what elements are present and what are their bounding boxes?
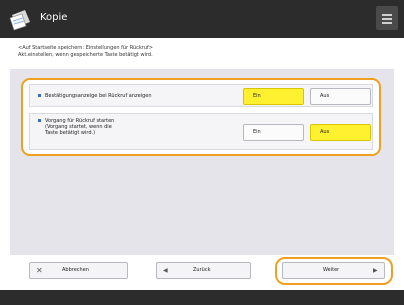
- option-off-button[interactable]: Aus: [310, 124, 371, 141]
- option-off-button[interactable]: Aus: [310, 88, 371, 105]
- arrow-left-icon: ◀: [163, 267, 168, 274]
- x-icon: ✕: [36, 266, 43, 275]
- copy-app-icon: [9, 10, 30, 31]
- bottom-bar: [0, 290, 404, 305]
- description-line-2: Akt.einstellen, wenn gespeicherte Taste …: [18, 51, 153, 58]
- next-button[interactable]: Weiter ▶: [282, 262, 385, 279]
- option-on-button[interactable]: Ein: [243, 88, 304, 105]
- bullet-icon: [38, 119, 41, 122]
- arrow-right-icon: ▶: [373, 267, 378, 274]
- menu-button[interactable]: [376, 6, 398, 30]
- bullet-icon: [38, 94, 41, 97]
- setting-label-line-3: Taste betätigt wird.): [45, 130, 96, 136]
- cancel-label: Abbrechen: [62, 267, 89, 273]
- next-label: Weiter: [323, 267, 340, 273]
- back-button[interactable]: ◀ Zurück: [156, 262, 251, 279]
- description: <Auf Startseite speichern: Einstellungen…: [0, 38, 404, 69]
- cancel-button[interactable]: ✕ Abbrechen: [29, 262, 128, 279]
- back-label: Zurück: [193, 267, 211, 273]
- setting-label: Bestätigungsanzeige bei Rückruf anzeigen: [45, 93, 152, 99]
- setting-row-start-operation: Vorgang für Rückruf starten (Vorgang sta…: [29, 113, 373, 150]
- app-title: Kopie: [40, 12, 68, 23]
- menu-icon: [382, 14, 392, 16]
- title-bar: Kopie: [0, 0, 404, 38]
- setting-row-confirm-display: Bestätigungsanzeige bei Rückruf anzeigen…: [29, 84, 373, 107]
- option-on-button[interactable]: Ein: [243, 124, 304, 141]
